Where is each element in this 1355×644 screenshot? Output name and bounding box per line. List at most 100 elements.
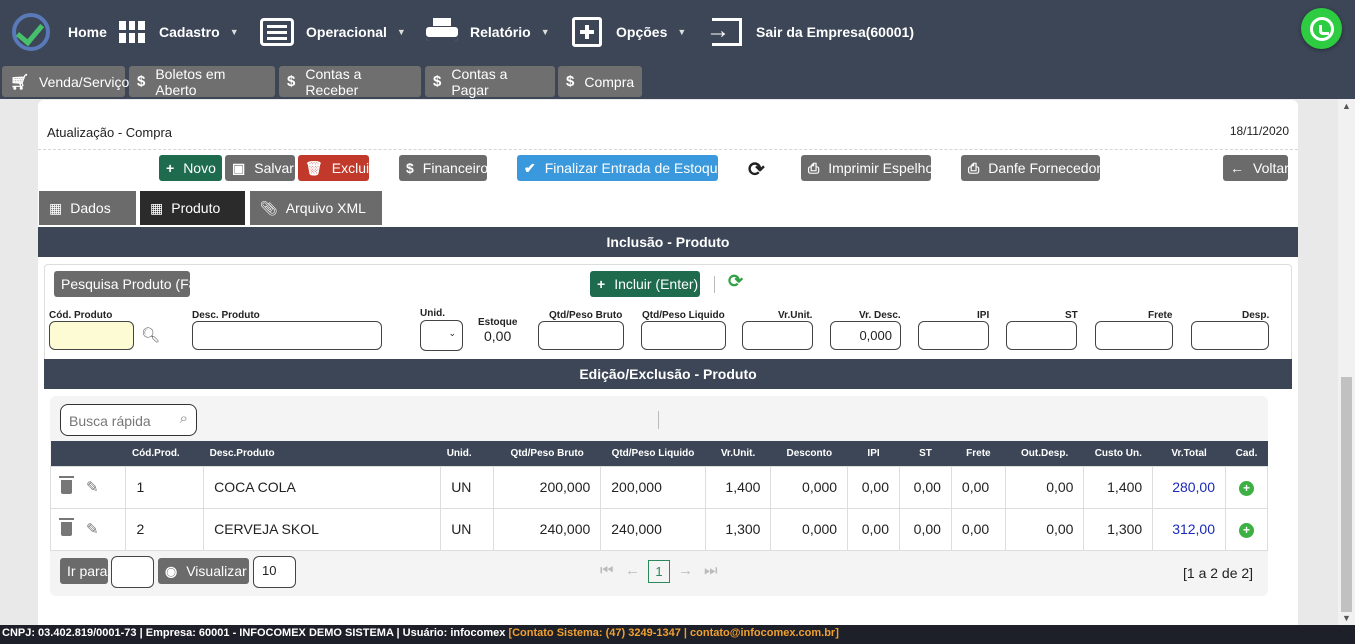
liquido-label: Qtd/Peso Liquido bbox=[642, 310, 725, 321]
refresh-icon[interactable]: ⟳ bbox=[748, 157, 765, 182]
add-circle-icon[interactable]: + bbox=[1239, 522, 1254, 538]
salvar-button[interactable]: ▣ Salvar bbox=[225, 155, 295, 181]
search-icon[interactable]: 🔍︎ bbox=[141, 326, 160, 344]
incluir-button[interactable]: + Incluir (Enter) bbox=[590, 271, 700, 297]
edit-icon[interactable]: ✎ bbox=[86, 478, 99, 496]
imprimir-button[interactable]: ⎙ Imprimir Espelho bbox=[801, 155, 934, 181]
col-desconto: Desconto bbox=[770, 441, 848, 466]
whatsapp-icon bbox=[1309, 16, 1334, 41]
shortcut-compra[interactable]: $ Compra bbox=[558, 66, 642, 97]
shortcut-venda[interactable]: 🛒︎ Venda/Serviço bbox=[2, 66, 129, 97]
vrunit-input[interactable] bbox=[742, 321, 813, 350]
footer-info: CNPJ: 03.402.819/0001-73 | Empresa: 6000… bbox=[2, 627, 509, 639]
edit-icon[interactable]: ✎ bbox=[86, 520, 99, 538]
danfe-button[interactable]: ⎙ Danfe Fornecedor bbox=[961, 155, 1101, 181]
nav-cadastro[interactable]: Cadastro ▼ bbox=[119, 0, 239, 63]
excluir-button[interactable]: 🗑︎ Excluir bbox=[298, 155, 374, 181]
nav-sair[interactable]: Sair da Empresa(60001) bbox=[706, 0, 914, 63]
trash-icon[interactable] bbox=[59, 518, 74, 536]
liquido-input[interactable] bbox=[641, 321, 726, 350]
ipi-label: IPI bbox=[977, 310, 990, 321]
cell-st: 0,00 bbox=[899, 507, 952, 551]
cell-total: 312,00 bbox=[1152, 507, 1227, 551]
trash-icon[interactable] bbox=[59, 476, 74, 494]
vrunit-label: Vr.Unit. bbox=[778, 310, 813, 321]
paperclip-icon: 📎︎ bbox=[260, 199, 278, 216]
first-page-icon[interactable]: ⏮︎ bbox=[600, 562, 614, 579]
nav-home[interactable]: Home bbox=[12, 0, 107, 63]
shortcut-pagar[interactable]: $ Contas a Pagar bbox=[425, 66, 555, 98]
novo-button[interactable]: + Novo bbox=[159, 155, 222, 181]
voltar-button[interactable]: ← Voltar bbox=[1223, 155, 1289, 181]
cell-total: 280,00 bbox=[1152, 465, 1227, 509]
main-card: Atualização - Compra 18/11/2020 + Novo ▣ S… bbox=[38, 100, 1298, 640]
desp-input[interactable] bbox=[1191, 321, 1269, 350]
row-actions: ✎ bbox=[49, 507, 127, 551]
grid-icon: ▦ bbox=[150, 199, 164, 216]
imprimir-label: Imprimir Espelho bbox=[828, 160, 934, 176]
finalizar-button[interactable]: ✔ Finalizar Entrada de Estoque bbox=[517, 155, 725, 181]
pesquisa-produto-button[interactable]: Pesquisa Produto (F8) bbox=[54, 271, 201, 297]
cell-frete: 0,00 bbox=[950, 507, 1006, 551]
desc-label: Desc. Produto bbox=[192, 310, 260, 321]
ir-para-input[interactable] bbox=[111, 556, 154, 588]
nav-opcoes[interactable]: Opções ▼ bbox=[572, 0, 686, 63]
add-circle-icon[interactable]: + bbox=[1239, 480, 1254, 496]
estoque-value: 0,00 bbox=[484, 328, 512, 344]
bruto-input[interactable] bbox=[538, 321, 624, 350]
tab-dados-label: Dados bbox=[70, 200, 111, 216]
cell-cod: 2 bbox=[125, 507, 205, 551]
scrollbar[interactable]: ▲ ▼ bbox=[1338, 99, 1355, 625]
nav-home-label: Home bbox=[68, 23, 107, 40]
shortcut-receber[interactable]: $ Contas a Receber bbox=[279, 65, 421, 98]
inclusao-header: Inclusão - Produto bbox=[38, 227, 1298, 257]
col-actions bbox=[50, 441, 126, 466]
whatsapp-button[interactable] bbox=[1301, 8, 1342, 49]
cell-cad: + bbox=[1225, 465, 1268, 509]
cell-outdesp: 0,00 bbox=[1004, 465, 1085, 509]
financeiro-button[interactable]: $ Financeiro bbox=[399, 155, 488, 181]
busca-rapida-input[interactable]: Busca rápida ⌕ bbox=[60, 404, 197, 436]
scroll-thumb[interactable] bbox=[1341, 377, 1352, 612]
col-bruto: Qtd/Peso Bruto bbox=[493, 441, 601, 466]
printer-icon bbox=[426, 17, 458, 46]
cell-vrunit: 1,300 bbox=[704, 507, 772, 551]
busca-placeholder: Busca rápida bbox=[69, 413, 151, 429]
scroll-down-icon[interactable]: ▼ bbox=[1342, 613, 1351, 623]
desc-produto-input[interactable] bbox=[192, 321, 382, 350]
shortcut-receber-label: Contas a Receber bbox=[305, 65, 362, 98]
cod-produto-input[interactable] bbox=[49, 321, 134, 350]
current-page[interactable]: 1 bbox=[648, 560, 670, 583]
cell-custo: 1,300 bbox=[1083, 507, 1154, 551]
ir-para-button[interactable]: Ir para bbox=[60, 558, 108, 584]
last-page-icon[interactable]: ⏭︎ bbox=[704, 562, 718, 579]
st-input[interactable] bbox=[1006, 321, 1077, 350]
cell-unid: UN bbox=[440, 465, 494, 509]
nav-relatorio[interactable]: Relatório ▼ bbox=[426, 0, 550, 63]
reload-icon[interactable]: ⟳ bbox=[728, 271, 743, 292]
tab-dados[interactable]: ▦ Dados bbox=[39, 191, 136, 225]
table-row: ✎ 2 CERVEJA SKOL UN 240,000 240,000 1,30… bbox=[49, 507, 1268, 551]
prev-page-icon[interactable]: ← bbox=[625, 562, 640, 579]
next-page-icon[interactable]: → bbox=[678, 562, 693, 579]
search-icon: ⌕ bbox=[179, 410, 188, 427]
cell-desconto: 0,000 bbox=[770, 465, 849, 509]
cod-label: Cód. Produto bbox=[49, 310, 113, 321]
ipi-input[interactable] bbox=[918, 321, 989, 350]
col-ipi: IPI bbox=[847, 441, 900, 466]
shortcut-bar: 🛒︎ Venda/Serviço $ Boletos em Aberto $ Cont… bbox=[0, 63, 1355, 99]
scroll-up-icon[interactable]: ▲ bbox=[1342, 101, 1351, 111]
unid-select[interactable]: ⌄ bbox=[420, 320, 463, 351]
frete-input[interactable] bbox=[1095, 321, 1173, 350]
printer-icon: ⎙ bbox=[968, 159, 980, 176]
list-window-icon bbox=[260, 17, 294, 46]
visualizar-button[interactable]: ◉ Visualizar bbox=[158, 558, 249, 584]
nav-operacional[interactable]: Operacional ▼ bbox=[260, 0, 406, 63]
col-outdesp: Out.Desp. bbox=[1005, 441, 1084, 466]
vrdesc-input[interactable]: 0,000 bbox=[830, 321, 901, 350]
tab-xml-label: Arquivo XML bbox=[285, 200, 366, 216]
shortcut-boletos[interactable]: $ Boletos em Aberto bbox=[129, 66, 275, 98]
tab-produto[interactable]: ▦ Produto bbox=[140, 191, 245, 225]
page-size-input[interactable]: 10 bbox=[253, 556, 296, 588]
tab-xml[interactable]: 📎︎ Arquivo XML bbox=[250, 191, 382, 225]
